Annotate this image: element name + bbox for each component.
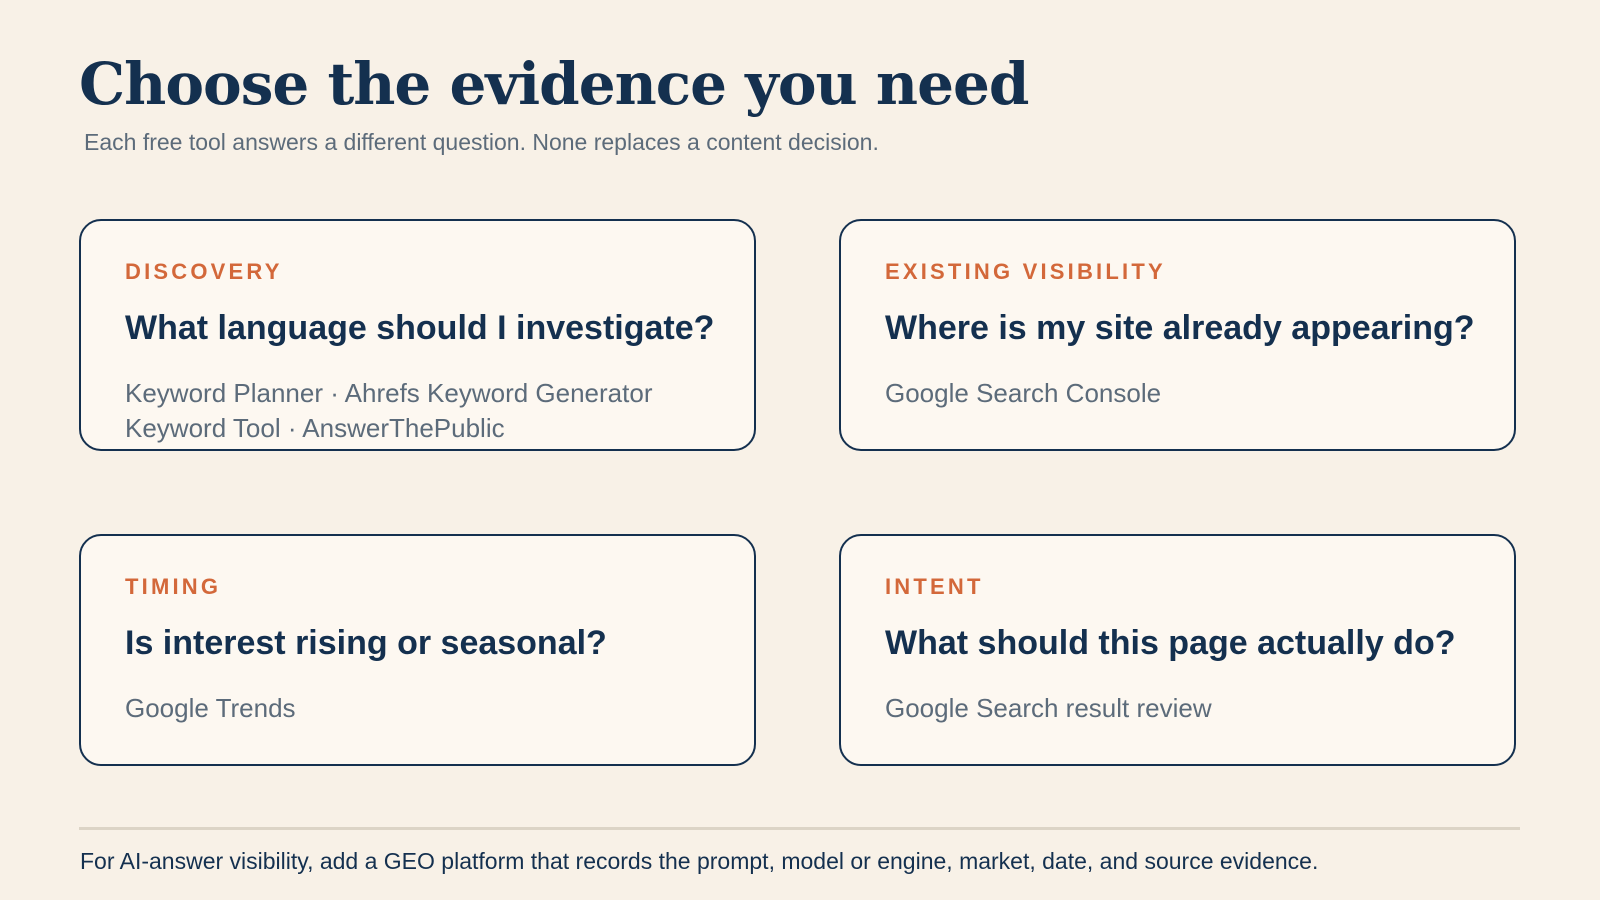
card-tools: Google Trends (125, 691, 725, 726)
card-question: Is interest rising or seasonal? (125, 624, 607, 662)
card-tools: Keyword Planner · Ahrefs Keyword Generat… (125, 376, 725, 446)
card-category: INTENT (885, 574, 984, 599)
page-title: Choose the evidence you need (79, 50, 1029, 118)
card-tool-line: Google Trends (125, 693, 296, 723)
card-tool-line: Keyword Planner · Ahrefs Keyword Generat… (125, 378, 653, 408)
card-tool-line: Keyword Tool · AnswerThePublic (125, 413, 505, 443)
page-subtitle: Each free tool answers a different quest… (84, 129, 879, 155)
card-question: What should this page actually do? (885, 624, 1456, 662)
footer-divider (79, 827, 1520, 830)
card-category: DISCOVERY (125, 259, 283, 284)
footer-note: For AI-answer visibility, add a GEO plat… (80, 848, 1319, 874)
card-intent: INTENT What should this page actually do… (839, 534, 1516, 766)
card-question: What language should I investigate? (125, 309, 715, 347)
card-category: EXISTING VISIBILITY (885, 259, 1166, 284)
card-question: Where is my site already appearing? (885, 309, 1475, 347)
card-tools: Google Search result review (885, 691, 1485, 726)
card-tools: Google Search Console (885, 376, 1485, 411)
card-tool-line: Google Search Console (885, 378, 1162, 408)
card-timing: TIMING Is interest rising or seasonal? G… (79, 534, 756, 766)
card-existing-visibility: EXISTING VISIBILITY Where is my site alr… (839, 219, 1516, 451)
card-discovery: DISCOVERY What language should I investi… (79, 219, 756, 451)
card-tool-line: Google Search result review (885, 693, 1212, 723)
card-category: TIMING (125, 574, 222, 599)
